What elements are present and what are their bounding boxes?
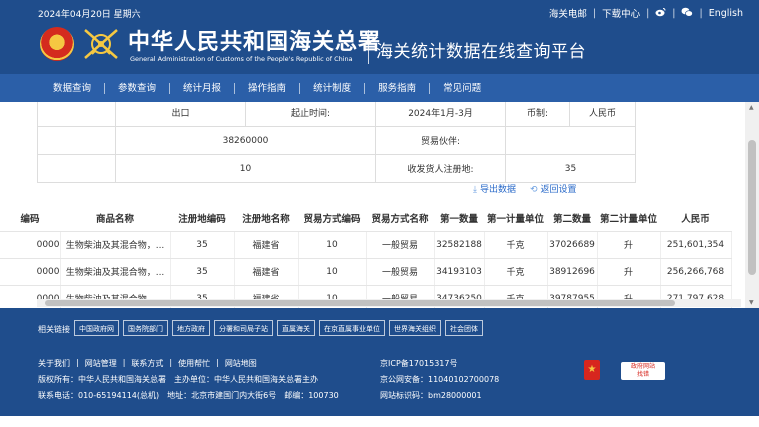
link-institutions[interactable]: 在京直属事业单位 [319, 320, 385, 336]
scroll-down-icon[interactable]: ▼ [749, 299, 754, 306]
download-icon: ⤓ [473, 185, 477, 195]
link-wco[interactable]: 世界海关组织 [389, 320, 441, 336]
sitemap-link[interactable]: 网站地图 [225, 358, 257, 369]
related-links-label: 相关链接 [38, 325, 70, 334]
link-local-gov[interactable]: 地方政府 [172, 320, 210, 336]
english-link[interactable]: English [709, 8, 743, 19]
col-mode-code: 贸易方式编码 [298, 205, 366, 232]
police-record-text: 京公网安备：11040102700078 [380, 375, 500, 384]
top-links: 海关电邮 | 下载中心 | | | English [548, 6, 743, 20]
trade-direction: 出口 [115, 102, 246, 127]
registration-value: 35 [505, 154, 636, 183]
copyright-text: 版权所有：中华人民共和国海关总署 主办单位：中华人民共和国海关总署主办 [38, 375, 318, 384]
site-title-english: General Administration of Customs of the… [130, 55, 353, 63]
link-state-council[interactable]: 国务院部门 [123, 320, 168, 336]
about-us-link[interactable]: 关于我们 [38, 358, 70, 369]
commodity-code: 38260000 [115, 126, 376, 155]
weibo-icon[interactable] [655, 7, 666, 20]
nav-faq[interactable]: 常见问题 [430, 83, 494, 94]
col-reg-name: 注册地名称 [234, 205, 298, 232]
related-links: 中国政府网 国务院部门 地方政府 分署和司局子站 直属海关 在京直属事业单位 世… [74, 320, 483, 336]
site-title: 中华人民共和国海关总署 [128, 29, 382, 55]
table-row: 0000 生物柴油及其混合物，... 35 福建省 10 一般贸易 325821… [0, 231, 732, 259]
period-value: 2024年1月-3月 [375, 102, 506, 127]
site-header: 2024年04月20日 星期六 海关电邮 | 下载中心 | | | Englis… [0, 0, 759, 74]
partner-label: 贸易伙伴: [375, 126, 506, 155]
vertical-scroll-thumb[interactable] [748, 140, 756, 275]
col-code: 编码 [0, 205, 60, 232]
platform-title: 海关统计数据在线查询平台 [376, 42, 586, 62]
scroll-up-icon[interactable]: ▲ [749, 104, 754, 111]
table-row: 0000 生物柴油及其混合物，... 35 福建省 10 一般贸易 341931… [0, 258, 732, 286]
nav-service-guide[interactable]: 服务指南 [365, 82, 431, 94]
download-center-link[interactable]: 下载中心 [602, 6, 640, 20]
result-table: 编码 商品名称 注册地编码 注册地名称 贸易方式编码 贸易方式名称 第一数量 第… [0, 205, 732, 308]
reset-settings-link[interactable]: ⟲ 返回设置 [530, 182, 577, 195]
export-data-link[interactable]: ⤓ 导出数据 [473, 182, 516, 195]
site-footer: 相关链接 中国政府网 国务院部门 地方政府 分署和司局子站 直属海关 在京直属事… [0, 308, 759, 416]
col-mode-name: 贸易方式名称 [366, 205, 434, 232]
period-label: 起止时间: [245, 102, 376, 127]
main-content: 出口 起止时间: 2024年1月-3月 币制: 人民币 38260000 贸易伙… [0, 102, 759, 308]
vertical-scrollbar[interactable]: ▲ ▼ [745, 102, 759, 308]
party-gov-badge-icon[interactable]: ★ [584, 360, 600, 380]
national-emblem-icon [40, 27, 74, 61]
registration-label: 收发货人注册地: [375, 154, 506, 183]
query-info-table: 出口 起止时间: 2024年1月-3月 币制: 人民币 38260000 贸易伙… [37, 102, 636, 183]
horizontal-scroll-thumb[interactable] [45, 300, 675, 306]
help-link[interactable]: 使用帮忙 [178, 358, 210, 369]
main-nav: 数据查询 参数查询 统计月报 操作指南 统计制度 服务指南 常见问题 [0, 74, 759, 102]
contact-link[interactable]: 联系方式 [131, 358, 163, 369]
trade-mode-code: 10 [115, 154, 376, 183]
current-date: 2024年04月20日 星期六 [38, 10, 141, 20]
customs-email-link[interactable]: 海关电邮 [549, 6, 587, 20]
currency-value: 人民币 [569, 102, 636, 127]
contact-text: 联系电话：010-65194114(总机) 地址：北京市建国门内大街6号 邮编：… [38, 391, 339, 400]
footer-links: 关于我们 | 网站管理 | 联系方式 | 使用帮忙 | 网站地图 [38, 358, 257, 369]
nav-param-query[interactable]: 参数查询 [105, 82, 171, 94]
col-commodity: 商品名称 [60, 205, 170, 232]
col-rmb: 人民币 [660, 205, 731, 232]
nav-data-query[interactable]: 数据查询 [40, 82, 106, 94]
result-actions: ⤓ 导出数据 ⟲ 返回设置 [473, 182, 577, 195]
site-code-text: 网站标识码：bm28000001 [380, 391, 482, 400]
nav-guide[interactable]: 操作指南 [235, 82, 301, 94]
partner-value [505, 126, 636, 155]
col-reg-code: 注册地编码 [170, 205, 234, 232]
link-direct-customs[interactable]: 直属海关 [277, 320, 315, 336]
nav-monthly-report[interactable]: 统计月报 [170, 82, 236, 94]
back-icon: ⟲ [530, 185, 538, 195]
col-qty2: 第二数量 [547, 205, 597, 232]
horizontal-scrollbar[interactable] [37, 299, 741, 307]
title-divider [368, 30, 369, 64]
col-unit2: 第二计量单位 [597, 205, 660, 232]
report-error-badge[interactable]: 政府网站 找错 [621, 362, 665, 380]
icp-text: 京ICP备17015317号 [380, 359, 458, 368]
col-qty1: 第一数量 [434, 205, 484, 232]
bottom-strip [0, 416, 759, 427]
col-unit1: 第一计量单位 [484, 205, 547, 232]
link-branch-offices[interactable]: 分署和司局子站 [214, 320, 273, 336]
nav-stat-system[interactable]: 统计制度 [300, 82, 366, 94]
link-gov[interactable]: 中国政府网 [74, 320, 119, 336]
wechat-icon[interactable] [681, 7, 694, 20]
currency-label: 币制: [505, 102, 570, 127]
link-social-groups[interactable]: 社会团体 [445, 320, 483, 336]
site-admin-link[interactable]: 网站管理 [85, 358, 117, 369]
customs-logo-icon [84, 29, 118, 59]
